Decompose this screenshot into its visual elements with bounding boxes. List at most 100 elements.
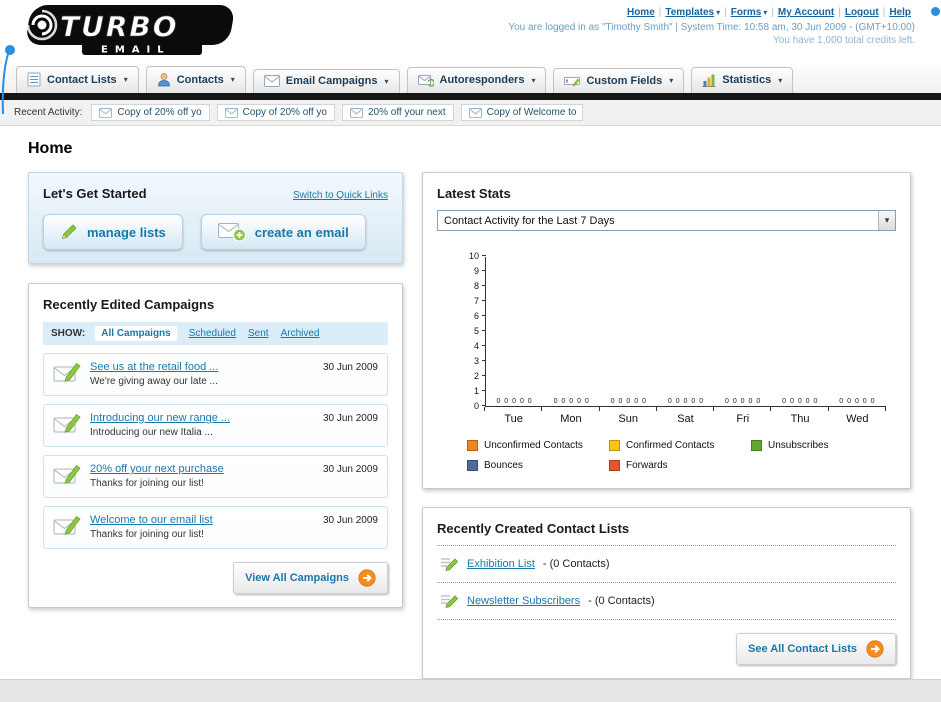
filter-archived[interactable]: Archived [281,328,320,339]
pencil-icon [60,223,78,241]
tab-custom-fields[interactable]: Custom Fields ▾ [553,68,685,93]
tab-label: Contact Lists [47,73,117,86]
campaign-title-link[interactable]: 20% off your next purchase [90,463,224,475]
y-axis-label: 0 [473,401,479,411]
contacts-icon [157,72,171,87]
chevron-down-icon: ▾ [230,75,235,84]
recent-activity-item[interactable]: Copy of 20% off yo [216,104,335,121]
separator: | [658,7,662,18]
tab-statistics[interactable]: Statistics ▾ [691,67,794,93]
email-campaigns-icon [349,107,363,118]
switch-quick-links-link[interactable]: Switch to Quick Links [293,190,388,201]
legend-label: Unconfirmed Contacts [484,440,583,451]
x-axis-label: Mon [560,413,582,425]
chart-value-labels: 0 0 0 0 0 0 0 0 0 0 0 0 0 0 0 0 0 0 0 0 0 0 … [486,398,886,405]
campaign-envelope-icon [53,464,81,486]
left-column: Let's Get Started Switch to Quick Links … [28,172,403,608]
tab-contacts[interactable]: Contacts ▾ [145,66,246,93]
contact-lists-icon [27,72,41,87]
header-link-home[interactable]: Home [627,7,655,18]
contact-activity-chart: 0 1 2 3 4 5 6 7 8 9 10 0 0 0 0 00 0 0 0 00 0 0 0 0… [437,251,896,471]
campaign-subtitle: We're giving away our late ... [90,376,218,387]
header-link-my-account[interactable]: My Account [778,7,834,18]
y-axis-tick [482,285,486,286]
campaign-row[interactable]: Welcome to our email list Thanks for join… [43,506,388,549]
y-axis-label: 6 [473,311,479,321]
contact-list-link[interactable]: Exhibition List [467,558,535,570]
header-link-logout[interactable]: Logout [845,7,879,18]
tab-label: Autoresponders [439,74,525,86]
turbo-email-logo[interactable]: TURBO EMAIL [4,3,254,62]
divider [437,619,896,620]
view-all-campaigns-button[interactable]: View All Campaigns [233,562,388,594]
campaign-list: See us at the retail food ... We're givin… [43,353,388,549]
chart-plot-area: 0 0 0 0 0 0 0 0 0 0 0 0 0 0 0 0 0 0 0 0 0 0 … [482,255,886,407]
y-axis-tick [482,330,486,331]
campaign-date: 30 Jun 2009 [322,464,378,475]
campaign-row[interactable]: See us at the retail food ... We're givin… [43,353,388,396]
create-email-button[interactable]: create an email [200,214,366,250]
notification-dot [931,7,940,16]
legend-swatch [751,440,762,451]
campaign-row[interactable]: 20% off your next purchase Thanks for joi… [43,455,388,498]
tab-contact-lists[interactable]: Contact Lists ▾ [16,66,139,93]
recent-activity-item[interactable]: Copy of Welcome to [460,104,583,121]
campaign-title-link[interactable]: Introducing our new range ... [90,412,230,424]
chevron-down-icon: ▾ [763,8,768,17]
page-footer [0,679,941,702]
y-axis-tick [482,270,486,271]
campaign-filter-bar: SHOW: All Campaigns Scheduled Sent Archived [43,322,388,345]
session-info: You are logged in as "Timothy Smith" | S… [508,22,915,33]
legend-item: Forwards [609,460,751,471]
campaign-title-link[interactable]: Welcome to our email list [90,514,213,526]
legend-item: Bounces [467,460,609,471]
tab-email-campaigns[interactable]: Email Campaigns ▾ [252,69,400,93]
recent-activity-item[interactable]: 20% off your next [341,104,454,121]
recent-activity-bar: Recent Activity: Copy of 20% off yo Copy … [0,100,941,126]
legend-item: Unconfirmed Contacts [467,440,609,451]
stats-period-value: Contact Activity for the Last 7 Days [444,214,615,227]
legend-label: Unsubscribes [768,440,829,451]
separator: | [771,7,774,18]
chart-y-axis: 0 1 2 3 4 5 6 7 8 9 10 [465,252,485,411]
campaign-row[interactable]: Introducing our new range ... Introducing… [43,404,388,447]
header-link-help[interactable]: Help [889,7,911,18]
campaign-subtitle: Thanks for joining our list! [90,529,204,540]
x-axis-tick [484,407,485,411]
x-axis-tick [541,407,543,411]
header-link-forms[interactable]: Forms ▾ [731,7,768,18]
y-axis-tick [482,315,486,316]
campaign-title-link[interactable]: See us at the retail food ... [90,361,218,373]
contact-list-link[interactable]: Newsletter Subscribers [467,595,580,607]
see-all-contact-lists-button[interactable]: See All Contact Lists [735,633,896,665]
campaign-filters: All Campaigns Scheduled Sent Archived [95,326,319,341]
chevron-down-icon: ▾ [123,75,128,84]
tab-autoresponders[interactable]: Autoresponders ▾ [406,67,547,93]
filter-scheduled[interactable]: Scheduled [189,328,236,339]
campaign-envelope-icon [53,362,81,384]
custom-fields-icon [564,74,581,87]
chevron-down-icon: ▾ [778,75,783,85]
view-all-campaigns-label: View All Campaigns [245,572,349,584]
filter-sent[interactable]: Sent [248,328,269,339]
stats-period-select[interactable]: Contact Activity for the Last 7 Days ▾ [437,210,896,231]
email-campaigns-icon [224,107,238,118]
filter-all-campaigns[interactable]: All Campaigns [95,326,177,341]
chart-value-label: 0 0 0 0 0 [610,398,647,405]
recent-activity-item[interactable]: Copy of 20% off yo [91,104,210,121]
svg-text:TURBO: TURBO [60,10,179,43]
campaign-text: 20% off your next purchase Thanks for joi… [90,463,290,489]
manage-lists-button[interactable]: manage lists [43,214,183,250]
legend-label: Bounces [484,460,523,471]
contact-list-items: Exhibition List - (0 Contacts) Newsletter… [437,546,896,620]
legend-item: Unsubscribes [751,440,893,451]
y-axis-tick [482,255,486,256]
right-column: Latest Stats Contact Activity for the La… [422,172,911,679]
activity-item-label: Copy of 20% off yo [242,107,327,118]
header-link-templates[interactable]: Templates ▾ [665,7,720,18]
y-axis-label: 5 [473,326,479,336]
y-axis-tick [482,360,486,361]
legend-label: Forwards [626,460,668,471]
tab-label: Custom Fields [586,74,663,87]
y-axis-label: 10 [468,251,479,261]
